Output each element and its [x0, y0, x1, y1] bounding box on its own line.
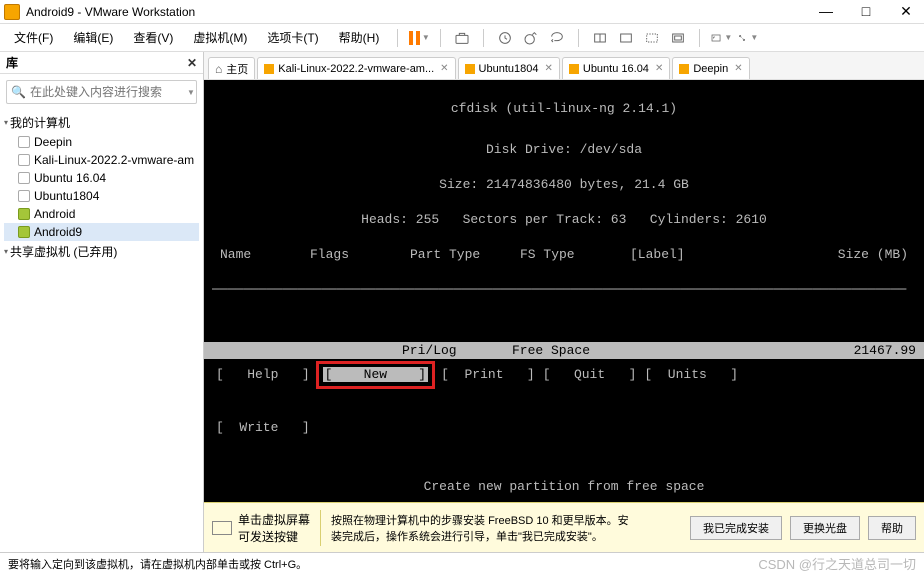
sidebar-title: 库: [6, 54, 18, 71]
menu-edit[interactable]: 编辑(E): [65, 27, 121, 48]
done-install-button[interactable]: 我已完成安装: [690, 516, 782, 540]
tree-my-computer[interactable]: 我的计算机: [4, 112, 199, 133]
menu-tabs[interactable]: 选项卡(T): [259, 27, 326, 48]
install-desc: 按照在物理计算机中的步骤安装 FreeBSD 10 和更早版本。安装完成后，操作…: [331, 512, 631, 544]
tab-close-icon[interactable]: ✕: [544, 63, 552, 74]
keyboard-icon: [212, 521, 232, 535]
change-cd-button[interactable]: 更换光盘: [790, 516, 860, 540]
tab-ubuntu1604[interactable]: Ubuntu 16.04✕: [562, 57, 670, 79]
tab-kali[interactable]: Kali-Linux-2022.2-vmware-am...✕: [257, 57, 455, 79]
fit-icon[interactable]: ▼: [736, 27, 758, 49]
menu-write[interactable]: [ Write ]: [214, 419, 312, 437]
view-console-icon[interactable]: [667, 27, 689, 49]
status-message: 要将输入定向到该虚拟机，请在虚拟机内部单击或按 Ctrl+G。: [8, 556, 307, 572]
revert-icon[interactable]: [546, 27, 568, 49]
install-info-bar: 单击虚拟屏幕可发送按键 按照在物理计算机中的步骤安装 FreeBSD 10 和更…: [204, 502, 924, 552]
cfdisk-hint: Create new partition from free space: [204, 478, 924, 496]
snapshot-manager-icon[interactable]: [520, 27, 542, 49]
sidebar: 库 ✕ 🔍 ▼ 我的计算机 Deepin Kali-Linux-2022.2-v…: [0, 52, 204, 552]
menu-bar: 文件(F) 编辑(E) 查看(V) 虚拟机(M) 选项卡(T) 帮助(H) ▼ …: [0, 24, 924, 52]
tree-item-ubuntu1604[interactable]: Ubuntu 16.04: [4, 169, 199, 187]
tab-close-icon[interactable]: ✕: [440, 63, 448, 74]
tree-item-ubuntu1804[interactable]: Ubuntu1804: [4, 187, 199, 205]
fullscreen-icon[interactable]: ▼: [710, 27, 732, 49]
menu-vm[interactable]: 虚拟机(M): [185, 27, 255, 48]
menu-new[interactable]: [ New ]: [323, 367, 428, 382]
view-single-icon[interactable]: [589, 27, 611, 49]
home-icon: ⌂: [215, 62, 222, 76]
search-dropdown-icon[interactable]: ▼: [187, 88, 195, 97]
help-button[interactable]: 帮助: [868, 516, 916, 540]
close-button[interactable]: ✕: [892, 3, 920, 20]
pause-icon[interactable]: ▼: [408, 27, 430, 49]
search-input[interactable]: [30, 85, 185, 99]
sidebar-close-button[interactable]: ✕: [187, 56, 197, 70]
tab-bar: ⌂主页 Kali-Linux-2022.2-vmware-am...✕ Ubun…: [204, 52, 924, 80]
tree-shared[interactable]: 共享虚拟机 (已弃用): [4, 241, 199, 262]
tab-close-icon[interactable]: ✕: [734, 63, 742, 74]
menu-file[interactable]: 文件(F): [6, 27, 61, 48]
tree-item-deepin[interactable]: Deepin: [4, 133, 199, 151]
tab-ubuntu1804[interactable]: Ubuntu1804✕: [458, 57, 560, 79]
view-unity-icon[interactable]: [615, 27, 637, 49]
tab-close-icon[interactable]: ✕: [655, 63, 663, 74]
cfdisk-columns: NameFlagsPart TypeFS Type[Label]Size (MB…: [212, 246, 916, 264]
cfdisk-geom: Heads: 255 Sectors per Track: 63 Cylinde…: [212, 211, 916, 229]
status-bar: 要将输入定向到该虚拟机，请在虚拟机内部单击或按 Ctrl+G。 CSDN @行之…: [0, 552, 924, 574]
search-box[interactable]: 🔍 ▼: [6, 80, 197, 104]
menu-units[interactable]: [ Units ]: [642, 366, 740, 384]
menu-view[interactable]: 查看(V): [125, 27, 181, 48]
cfdisk-title: cfdisk (util-linux-ng 2.14.1): [212, 100, 916, 118]
tab-home[interactable]: ⌂主页: [208, 57, 255, 79]
title-bar: Android9 - VMware Workstation — □ ✕: [0, 0, 924, 24]
tree-item-android[interactable]: Android: [4, 205, 199, 223]
menu-print[interactable]: [ Print ]: [439, 366, 537, 384]
vm-console[interactable]: cfdisk (util-linux-ng 2.14.1) Disk Drive…: [204, 80, 924, 502]
search-icon: 🔍: [11, 85, 26, 99]
app-icon: [4, 4, 20, 20]
send-keys-icon[interactable]: [451, 27, 473, 49]
divider: ────────────────────────────────────────…: [212, 281, 916, 299]
menu-quit[interactable]: [ Quit ]: [541, 366, 639, 384]
click-hint: 单击虚拟屏幕可发送按键: [238, 511, 310, 545]
maximize-button[interactable]: □: [852, 3, 880, 20]
content-area: ⌂主页 Kali-Linux-2022.2-vmware-am...✕ Ubun…: [204, 52, 924, 552]
menu-help[interactable]: 帮助(H): [331, 27, 388, 48]
cfdisk-menu: [ Help ] [ New ] [ Print ] [ Quit ] [ Un…: [204, 331, 924, 454]
tab-deepin[interactable]: Deepin✕: [672, 57, 749, 79]
watermark: CSDN @行之天道总司一切: [758, 554, 916, 573]
highlight-new: [ New ]: [316, 361, 435, 389]
window-title: Android9 - VMware Workstation: [26, 5, 812, 19]
snapshot-icon[interactable]: [494, 27, 516, 49]
tree-item-kali[interactable]: Kali-Linux-2022.2-vmware-am: [4, 151, 199, 169]
cfdisk-size: Size: 21474836480 bytes, 21.4 GB: [212, 176, 916, 194]
cfdisk-drive: Disk Drive: /dev/sda: [212, 141, 916, 159]
window-controls: — □ ✕: [812, 3, 920, 20]
minimize-button[interactable]: —: [812, 3, 840, 20]
view-thumbnail-icon[interactable]: [641, 27, 663, 49]
tree-item-android9[interactable]: Android9: [4, 223, 199, 241]
menu-help[interactable]: [ Help ]: [214, 366, 312, 384]
